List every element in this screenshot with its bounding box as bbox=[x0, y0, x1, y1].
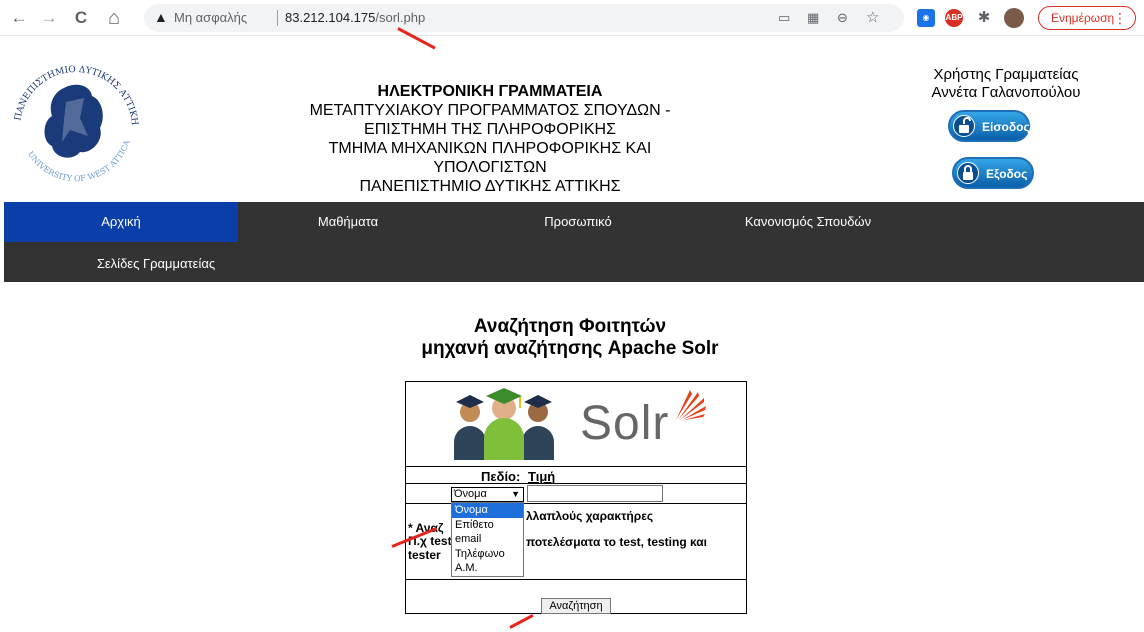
omnibox-separator bbox=[277, 10, 278, 26]
dropdown-option[interactable]: Όνομα bbox=[452, 503, 523, 518]
site-subtitle-department: ΤΜΗΜΑ ΜΗΧΑΝΙΚΩΝ ΠΛΗΡΟΦΟΡΙΚΗΣ ΚΑΙ ΥΠΟΛΟΓΙ… bbox=[328, 140, 652, 176]
extensions-puzzle-icon[interactable]: ✱ bbox=[975, 9, 993, 27]
page-heading-line1: Αναζήτηση Φοιτητών bbox=[473, 316, 667, 337]
menu-item-regulation[interactable]: Κανονισμός Σπουδών bbox=[698, 202, 918, 242]
login-label: Είσοδος bbox=[982, 120, 1030, 134]
insecure-label[interactable]: Μη ασφαλής bbox=[174, 10, 247, 25]
field-select-value: Όνομα bbox=[454, 488, 487, 500]
field-dropdown-list[interactable]: Όνομα Επίθετο email Τηλέφωνο Α.Μ. bbox=[451, 502, 524, 577]
table-divider bbox=[406, 466, 746, 467]
dropdown-option[interactable]: Επίθετο bbox=[452, 518, 523, 533]
table-divider bbox=[406, 579, 746, 580]
menu-item-courses[interactable]: Μαθήματα bbox=[238, 202, 458, 242]
url-host: 83.212.104.175 bbox=[285, 10, 376, 25]
adblock-icon[interactable]: ABP bbox=[945, 9, 963, 27]
search-submit-button[interactable]: Αναζήτηση bbox=[541, 598, 611, 614]
site-subtitle-university: ΠΑΝΕΠΙΣΤΗΜΙΟ ΔΥΤΙΚΗΣ ΑΤΤΙΚΗΣ bbox=[359, 178, 621, 195]
profile-avatar-icon[interactable] bbox=[1004, 8, 1024, 28]
value-label: Τιμή bbox=[528, 469, 556, 484]
site-title: ΗΛΕΚΤΡΟΝΙΚΗ ΓΡΑΜΜΑΤΕΙΑ bbox=[377, 83, 603, 100]
address-bar[interactable]: ▲ Μη ασφαλής 83.212.104.175/sorl.php ▭ ▦… bbox=[144, 4, 904, 32]
logout-button[interactable]: Εξοδος bbox=[952, 157, 1034, 189]
extension-eye-icon[interactable]: ◉ bbox=[917, 9, 935, 27]
cast-icon[interactable]: ▭ bbox=[778, 10, 790, 26]
table-divider bbox=[406, 483, 746, 484]
menu-item-home[interactable]: Αρχική bbox=[4, 202, 238, 242]
update-button[interactable]: Ενημέρωση ⋮ bbox=[1038, 6, 1136, 30]
solr-sun-icon bbox=[676, 390, 706, 420]
login-button[interactable]: Είσοδος bbox=[948, 110, 1030, 142]
menu-item-secretariat[interactable]: Σελίδες Γραμματείας bbox=[4, 244, 308, 284]
qr-code-icon[interactable]: ▦ bbox=[807, 10, 819, 26]
menu-item-staff[interactable]: Προσωπικό bbox=[468, 202, 688, 242]
dropdown-option[interactable]: Τηλέφωνο bbox=[452, 547, 523, 562]
page-heading: Αναζήτηση Φοιτητών μηχανή αναζήτησης Apa… bbox=[300, 316, 840, 360]
note-text-d: ποτελέσματα το test, testing και bbox=[526, 535, 708, 549]
note-text-b: λλαπλούς χαρακτήρες bbox=[526, 509, 654, 523]
url-text[interactable]: 83.212.104.175/sorl.php bbox=[285, 10, 425, 25]
lock-icon bbox=[957, 162, 979, 184]
update-label: Ενημέρωση bbox=[1051, 11, 1115, 25]
home-icon[interactable]: ⌂ bbox=[103, 7, 125, 29]
field-label: Πεδίο: bbox=[481, 469, 521, 484]
site-subtitle-programme: ΜΕΤΑΠΤΥΧΙΑΚΟΥ ΠΡΟΓΡΑΜΜΑΤΟΣ ΣΠΟΥΔΩΝ - ΕΠΙ… bbox=[309, 102, 671, 138]
url-path: /sorl.php bbox=[375, 10, 426, 25]
user-role: Χρήστης Γραμματείας bbox=[933, 66, 1079, 83]
solr-logo-text: Solr bbox=[580, 397, 670, 450]
logout-label: Εξοδος bbox=[986, 167, 1028, 181]
bookmark-star-icon[interactable]: ☆ bbox=[866, 8, 879, 26]
page-heading-line2: μηχανή αναζήτησης Apache Solr bbox=[421, 338, 719, 359]
user-name: Αννέτα Γαλανοπούλου bbox=[931, 84, 1081, 101]
browser-toolbar: ← → C ⌂ ▲ Μη ασφαλής 83.212.104.175/sorl… bbox=[0, 0, 1144, 36]
annotation-arrow-search bbox=[509, 613, 534, 629]
user-info: Χρήστης Γραμματείας Αννέτα Γαλανοπούλου bbox=[910, 66, 1102, 102]
field-select[interactable]: Όνομα ▼ bbox=[451, 487, 524, 502]
dropdown-option[interactable]: email bbox=[452, 532, 523, 547]
main-menu: Αρχική Μαθήματα Προσωπικό Κανονισμός Σπο… bbox=[4, 202, 1144, 282]
site-title-block: ΗΛΕΚΤΡΟΝΙΚΗ ΓΡΑΜΜΑΤΕΙΑ ΜΕΤΑΠΤΥΧΙΑΚΟΥ ΠΡΟ… bbox=[270, 82, 710, 196]
more-menu-icon[interactable]: ⋮ bbox=[1113, 7, 1127, 29]
search-value-input[interactable] bbox=[527, 485, 663, 502]
zoom-icon[interactable]: ⊖ bbox=[837, 10, 848, 26]
university-logo[interactable]: ΠΑΝΕΠΙΣΤΗΜΙΟ ΔΥΤΙΚΗΣ ΑΤΤΙΚΗΣ UNIVERSITY … bbox=[6, 58, 146, 188]
reload-icon[interactable]: C bbox=[70, 7, 92, 29]
back-arrow-icon[interactable]: ← bbox=[8, 7, 30, 29]
forward-arrow-icon[interactable]: → bbox=[38, 7, 60, 29]
students-graduation-icon bbox=[454, 388, 554, 460]
unlock-icon bbox=[953, 115, 975, 137]
note-text-e: tester bbox=[408, 548, 441, 562]
dropdown-option[interactable]: Α.Μ. bbox=[452, 561, 523, 576]
warning-icon: ▲ bbox=[154, 9, 168, 25]
chevron-down-icon: ▼ bbox=[511, 489, 520, 499]
